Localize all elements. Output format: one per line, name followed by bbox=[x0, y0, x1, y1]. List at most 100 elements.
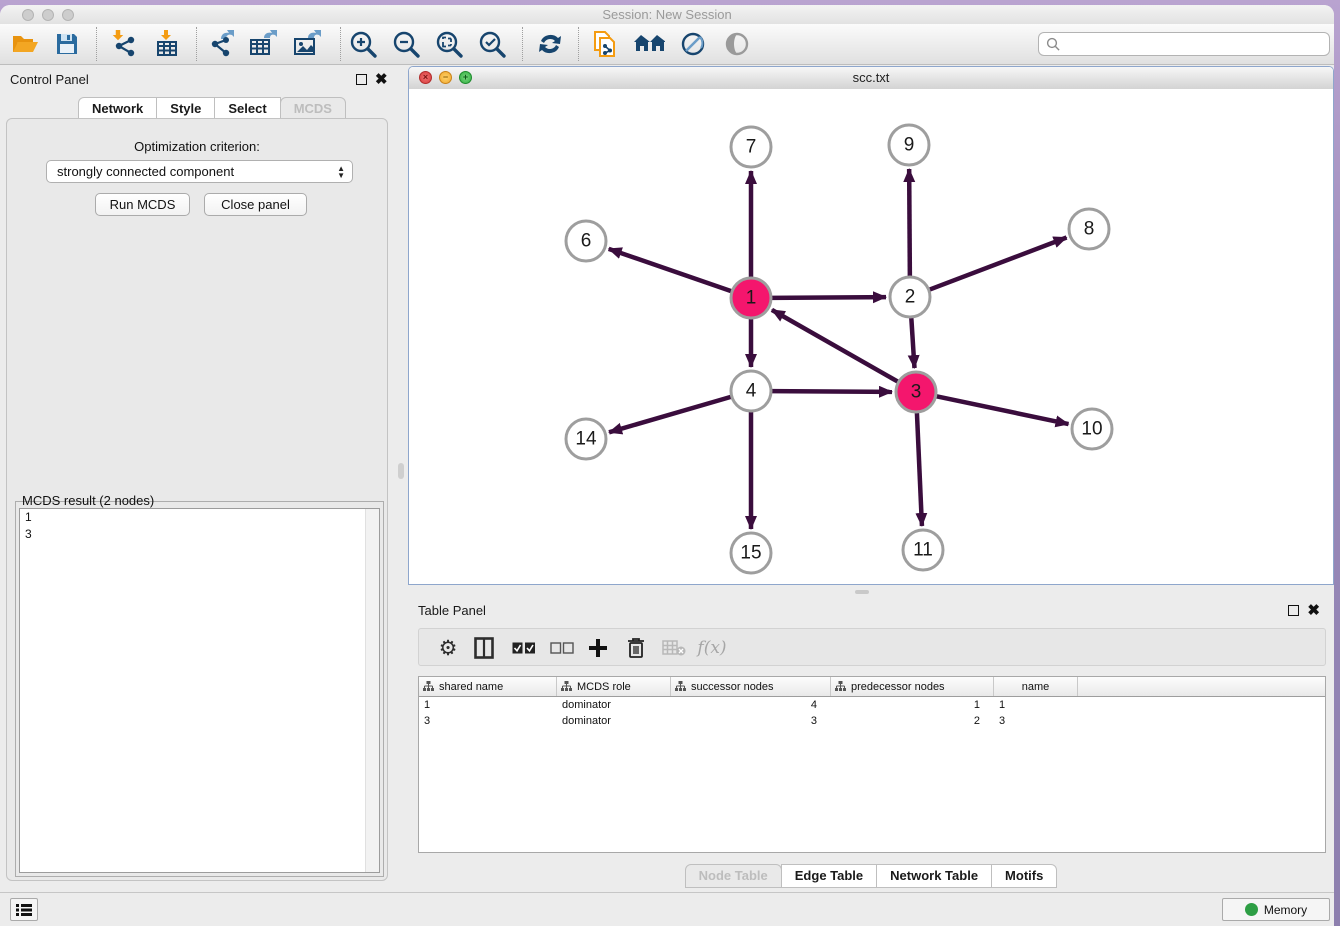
apply-layout-icon[interactable] bbox=[533, 27, 567, 61]
column-header-shared-name[interactable]: shared name bbox=[419, 677, 557, 696]
attribute-type-icon bbox=[561, 681, 572, 692]
export-table-icon[interactable] bbox=[246, 27, 280, 61]
tab-motifs[interactable]: Motifs bbox=[991, 864, 1057, 888]
column-header-successor-nodes[interactable]: successor nodes bbox=[671, 677, 831, 696]
table-settings-gear-icon[interactable]: ⚙ bbox=[433, 633, 463, 663]
table-panel-buttons: ✖ bbox=[1288, 605, 1320, 616]
toolbar-separator bbox=[522, 27, 523, 61]
table-row[interactable]: 3dominator323 bbox=[419, 713, 1325, 729]
table-cell[interactable]: 4 bbox=[671, 699, 831, 711]
delete-table-icon[interactable] bbox=[659, 633, 689, 663]
run-mcds-button[interactable]: Run MCDS bbox=[95, 193, 190, 216]
show-hide-icon[interactable] bbox=[720, 27, 754, 61]
select-all-columns-icon[interactable] bbox=[509, 633, 539, 663]
column-header-label: predecessor nodes bbox=[851, 681, 945, 693]
network-window-title: scc.txt bbox=[409, 70, 1333, 85]
import-network-icon[interactable] bbox=[108, 27, 142, 61]
graph-node-label-14: 14 bbox=[575, 429, 597, 450]
table-cell[interactable]: 3 bbox=[994, 715, 1078, 727]
title-bar: Session: New Session bbox=[0, 5, 1334, 24]
table-tabstrip: Node TableEdge TableNetwork TableMotifs bbox=[408, 864, 1334, 888]
table-cell[interactable]: 1 bbox=[831, 699, 994, 711]
graph-edge-2-3[interactable] bbox=[911, 318, 914, 368]
table-row[interactable]: 1dominator411 bbox=[419, 697, 1325, 713]
export-image-icon[interactable] bbox=[290, 27, 324, 61]
toolbar-separator bbox=[96, 27, 97, 61]
column-header-label: shared name bbox=[439, 681, 503, 693]
open-session-icon[interactable] bbox=[8, 27, 42, 61]
table-cell[interactable]: 3 bbox=[671, 715, 831, 727]
search-box bbox=[1038, 32, 1330, 56]
toolbar-separator bbox=[578, 27, 579, 61]
show-columns-icon[interactable] bbox=[469, 633, 499, 663]
zoom-fit-icon[interactable] bbox=[432, 27, 466, 61]
graph-node-label-10: 10 bbox=[1081, 419, 1102, 440]
graph-node-label-9: 9 bbox=[904, 135, 915, 156]
float-panel-icon[interactable] bbox=[356, 74, 367, 85]
horizontal-splitter-handle[interactable] bbox=[855, 590, 869, 594]
graph-edge-4-3[interactable] bbox=[772, 391, 892, 392]
dropdown-stepper-icon: ▲▼ bbox=[337, 166, 345, 178]
column-header-label: MCDS role bbox=[577, 681, 631, 693]
table-cell[interactable]: dominator bbox=[557, 715, 671, 727]
node-table[interactable]: shared name MCDS role successor nodes prede… bbox=[418, 676, 1326, 853]
network-canvas[interactable]: 7968124314101511 bbox=[409, 89, 1333, 584]
table-cell[interactable]: 2 bbox=[831, 715, 994, 727]
result-scrollbar[interactable] bbox=[365, 509, 379, 872]
task-list-icon bbox=[16, 903, 32, 917]
table-cell[interactable]: 1 bbox=[994, 699, 1078, 711]
export-network-icon[interactable] bbox=[204, 27, 238, 61]
close-panel-button[interactable]: Close panel bbox=[204, 193, 307, 216]
close-table-panel-icon[interactable]: ✖ bbox=[1307, 605, 1320, 616]
unselect-all-columns-icon[interactable] bbox=[547, 633, 577, 663]
criterion-dropdown-value: strongly connected component bbox=[57, 164, 234, 179]
close-panel-icon[interactable]: ✖ bbox=[375, 74, 388, 85]
graph-edge-1-2[interactable] bbox=[772, 297, 886, 298]
vertical-splitter-handle[interactable] bbox=[398, 463, 404, 479]
graph-edge-3-11[interactable] bbox=[917, 413, 922, 526]
delete-column-icon[interactable] bbox=[621, 633, 651, 663]
graph-edge-3-1[interactable] bbox=[772, 310, 898, 382]
first-neighbors-icon[interactable] bbox=[632, 27, 666, 61]
graph-edge-4-14[interactable] bbox=[609, 397, 731, 432]
zoom-out-icon[interactable] bbox=[389, 27, 423, 61]
criterion-dropdown[interactable]: strongly connected component ▲▼ bbox=[46, 160, 353, 183]
tab-node-table[interactable]: Node Table bbox=[685, 864, 782, 888]
float-table-panel-icon[interactable] bbox=[1288, 605, 1299, 616]
mcds-result-item: 3 bbox=[20, 526, 379, 543]
table-cell[interactable]: 3 bbox=[419, 715, 557, 727]
table-cell[interactable]: dominator bbox=[557, 699, 671, 711]
search-input[interactable] bbox=[1061, 34, 1329, 54]
graph-node-label-15: 15 bbox=[740, 543, 761, 564]
graph-edge-2-8[interactable] bbox=[930, 238, 1067, 290]
table-cell[interactable]: 1 bbox=[419, 699, 557, 711]
column-header-label: name bbox=[1022, 681, 1050, 693]
mcds-result-list[interactable]: 13 bbox=[19, 508, 380, 873]
mcds-result-title: MCDS result (2 nodes) bbox=[19, 493, 157, 508]
save-session-icon[interactable] bbox=[50, 27, 84, 61]
window-title: Session: New Session bbox=[0, 7, 1334, 22]
tab-network-table[interactable]: Network Table bbox=[876, 864, 992, 888]
graph-edge-1-6[interactable] bbox=[609, 249, 731, 291]
network-window-titlebar[interactable]: × − + scc.txt bbox=[409, 67, 1333, 90]
apply-style-icon[interactable] bbox=[676, 27, 710, 61]
function-builder-icon[interactable]: f(x) bbox=[697, 633, 727, 663]
column-header-MCDS-role[interactable]: MCDS role bbox=[557, 677, 671, 696]
control-panel-buttons: ✖ bbox=[356, 74, 388, 85]
column-header-name[interactable]: name bbox=[994, 677, 1078, 696]
tab-edge-table[interactable]: Edge Table bbox=[781, 864, 877, 888]
task-history-button[interactable] bbox=[10, 898, 38, 921]
import-table-icon[interactable] bbox=[150, 27, 184, 61]
toolbar-separator bbox=[196, 27, 197, 61]
clone-network-icon[interactable] bbox=[588, 27, 622, 61]
zoom-selected-icon[interactable] bbox=[475, 27, 509, 61]
optimization-criterion-label: Optimization criterion: bbox=[7, 139, 387, 154]
column-header-predecessor-nodes[interactable]: predecessor nodes bbox=[831, 677, 994, 696]
memory-button[interactable]: Memory bbox=[1222, 898, 1330, 921]
create-column-icon[interactable] bbox=[583, 633, 613, 663]
zoom-in-icon[interactable] bbox=[346, 27, 380, 61]
network-graph[interactable]: 7968124314101511 bbox=[409, 89, 1333, 584]
graph-edge-2-9[interactable] bbox=[909, 169, 910, 276]
main-toolbar bbox=[0, 24, 1334, 65]
graph-edge-3-10[interactable] bbox=[937, 396, 1069, 424]
